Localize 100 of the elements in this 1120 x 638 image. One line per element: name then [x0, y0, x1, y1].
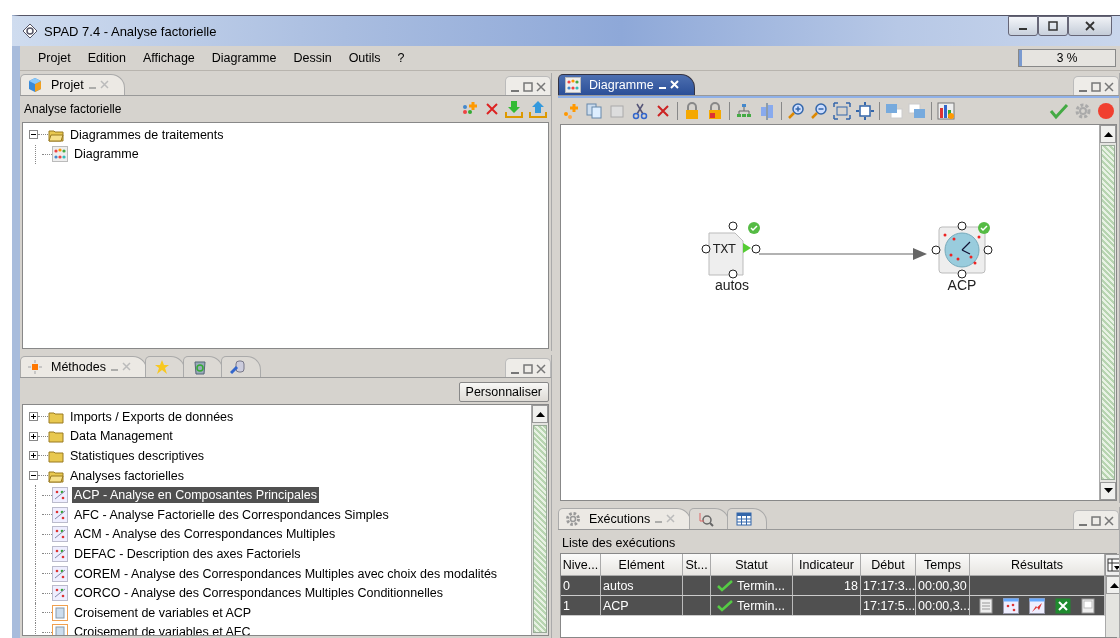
tree-item[interactable]: ACP - Analyse en Composantes Principales — [72, 487, 319, 504]
scrollbar[interactable] — [531, 405, 548, 635]
sun-icon — [27, 359, 43, 375]
scroll-up-icon[interactable] — [535, 411, 545, 417]
menu-item[interactable]: ? — [389, 51, 414, 65]
collapse-icon[interactable] — [29, 471, 38, 481]
tree-item[interactable]: Data Management — [68, 428, 175, 445]
maximize-icon[interactable] — [1091, 515, 1101, 527]
lock-icon[interactable] — [683, 102, 701, 120]
scrollbar[interactable] — [1099, 125, 1116, 500]
database-icon — [229, 359, 246, 375]
window-title: SPAD 7.4 - Analyse factorielle — [44, 23, 217, 39]
open-folder-icon — [48, 468, 64, 483]
maximize-icon[interactable] — [1091, 81, 1101, 93]
maximize-button[interactable] — [1038, 16, 1068, 36]
tree-item[interactable]: CORCO - Analyse des Correspondances Multiples Conditionnelles — [72, 585, 445, 602]
panel-tab[interactable]: Projet — [20, 74, 125, 95]
menu-item[interactable]: Projet — [30, 51, 80, 65]
document-icon — [52, 604, 68, 621]
tree-item[interactable]: DEFAC - Description des axes Factoriels — [72, 545, 303, 562]
fit-icon[interactable] — [833, 102, 851, 120]
scatter-plot-icon[interactable] — [1003, 597, 1019, 614]
folder-icon — [48, 429, 64, 444]
table-cell: 00:00,3... — [918, 598, 969, 613]
tree-item[interactable]: Statistiques descriptives — [68, 448, 207, 464]
close-icon[interactable] — [1104, 515, 1114, 527]
expand-icon[interactable] — [29, 412, 38, 422]
recycle-bin-icon — [191, 359, 208, 375]
scroll-down-icon[interactable] — [1103, 488, 1113, 494]
panel-tab[interactable]: Méthodes — [20, 356, 147, 377]
close-icon — [1085, 21, 1095, 31]
tree-item[interactable]: Croisement de variables et ACP — [72, 604, 254, 621]
folder-icon — [48, 409, 64, 424]
zoom-out-icon[interactable] — [810, 102, 828, 120]
tab-label: Projet — [51, 78, 84, 92]
database-tab[interactable] — [220, 356, 261, 377]
tab-controls-icon[interactable] — [657, 80, 680, 90]
minimize-button[interactable] — [1008, 16, 1038, 36]
tree-item[interactable]: Diagramme — [72, 146, 141, 163]
tree-item[interactable]: ACM - Analyse des Correspondances Multiples — [72, 526, 338, 543]
collapse-icon[interactable] — [29, 130, 38, 140]
scroll-up-icon[interactable] — [1103, 131, 1113, 137]
tree-item[interactable]: Diagrammes de traitements — [68, 126, 226, 143]
maximize-icon[interactable] — [523, 363, 533, 375]
expand-icon[interactable] — [29, 451, 38, 461]
tab-label: Méthodes — [51, 360, 106, 374]
send-back-icon[interactable] — [908, 102, 926, 120]
spreadsheet-icon[interactable] — [1055, 597, 1071, 614]
tree-item[interactable]: Imports / Exports de données — [68, 408, 236, 425]
expand-icon[interactable] — [29, 431, 38, 441]
menu-item[interactable]: Outils — [340, 51, 390, 65]
unlock-icon[interactable] — [706, 102, 724, 120]
file-node-drawing[interactable] — [701, 221, 763, 281]
pca-node-drawing[interactable] — [931, 221, 993, 281]
scatter-plot-icon[interactable] — [1029, 597, 1045, 614]
tab-label: Diagramme — [589, 78, 654, 92]
tree-item[interactable]: COREM - Analyse des Correspondances Multiples avec choix des modalités — [72, 565, 500, 582]
inspect-tab[interactable] — [689, 508, 730, 529]
check-icon[interactable] — [1049, 102, 1069, 120]
menu-item[interactable]: Edition — [79, 51, 135, 65]
stop-icon[interactable] — [1097, 102, 1115, 120]
document-icon[interactable] — [1081, 597, 1095, 614]
hierarchy-icon[interactable] — [735, 102, 753, 120]
tree-item[interactable]: Analyses factorielles — [68, 467, 186, 484]
copy-icon[interactable] — [585, 102, 603, 120]
scatter-plot-icon — [52, 585, 68, 602]
panel-tab[interactable]: Exécutions — [558, 508, 692, 529]
table-row[interactable]: 0 autos Termin... 18 17:17:3... 00:00,30 — [561, 576, 1105, 596]
tree-item[interactable]: AFC - Analyse Factorielle des Correspondances Simples — [72, 506, 391, 523]
chart-icon[interactable] — [937, 102, 955, 120]
customize-button[interactable]: Personnaliser — [458, 382, 549, 402]
export-icon[interactable] — [529, 100, 547, 118]
report-icon[interactable] — [979, 597, 993, 614]
add-node-icon[interactable] — [562, 102, 580, 120]
recycle-tab[interactable] — [182, 356, 223, 377]
menu-item[interactable]: Affichage — [134, 51, 204, 65]
close-button[interactable] — [1068, 16, 1112, 36]
table-tab[interactable] — [727, 508, 768, 529]
bring-front-icon[interactable] — [885, 102, 903, 120]
delete-icon[interactable] — [485, 102, 499, 116]
app-logo-icon — [22, 23, 38, 39]
diagram-icon — [565, 77, 581, 93]
column-chooser-button[interactable] — [1105, 554, 1119, 576]
table-cell: Termin... — [737, 578, 785, 593]
diagram-icon — [52, 146, 68, 163]
center-icon[interactable] — [856, 102, 874, 120]
close-icon[interactable] — [536, 81, 546, 93]
scrollbar[interactable] — [1105, 576, 1119, 637]
scroll-up-icon[interactable] — [1109, 582, 1119, 588]
zoom-in-icon[interactable] — [787, 102, 805, 120]
maximize-icon[interactable] — [523, 81, 533, 93]
close-icon[interactable] — [1104, 81, 1114, 93]
close-icon[interactable] — [536, 363, 546, 375]
menu-item[interactable]: Dessin — [285, 51, 341, 65]
menu-item[interactable]: Diagramme — [203, 51, 286, 65]
cut-icon[interactable] — [631, 102, 649, 120]
table-row[interactable]: 1 ACP Termin... 17:17:5... 00:00,3... — [561, 596, 1105, 616]
table-icon — [736, 511, 753, 527]
table-cell: autos — [603, 578, 634, 593]
panel-tab[interactable]: Diagramme — [558, 74, 695, 95]
